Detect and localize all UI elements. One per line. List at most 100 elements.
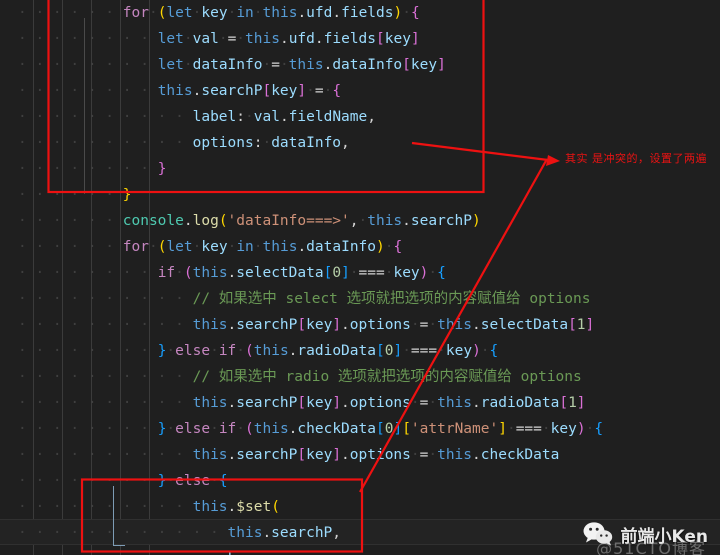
code-token: selectData	[480, 317, 569, 333]
code-token: this	[192, 317, 228, 333]
code-token: [	[375, 343, 385, 359]
code-line[interactable]: · · · · · · console.log('dataInfo===>',·…	[18, 208, 481, 234]
code-token: 'attrName'	[410, 421, 499, 437]
code-token: console	[122, 213, 184, 229]
code-token: ·	[279, 57, 289, 73]
code-token: ·	[262, 135, 272, 151]
code-token: .	[279, 31, 289, 47]
whitespace-dots: · · · · · ·	[18, 5, 123, 21]
code-token: ·	[428, 447, 438, 463]
code-token: ,	[254, 551, 263, 555]
code-line[interactable]: · · · · · · · · }	[18, 156, 166, 182]
code-editor-viewport[interactable]: · · · · · · for·(let·key·in·this.ufd.fie…	[0, 0, 720, 555]
code-token: ·	[410, 447, 420, 463]
code-token: [	[297, 395, 307, 411]
code-token: ·	[166, 473, 176, 489]
code-token: checkData	[480, 447, 560, 463]
code-line[interactable]: · · · · · · · · this.searchP[key]·=·{	[18, 78, 341, 104]
code-token: .	[227, 265, 237, 281]
code-token: key	[271, 83, 298, 99]
code-token: {	[218, 473, 228, 489]
code-token: for	[122, 5, 149, 21]
code-token: ·	[585, 421, 595, 437]
code-token: (	[183, 265, 193, 281]
code-token: )	[472, 343, 481, 359]
code-line[interactable]: · · · · · · · · · · · · key,	[18, 546, 262, 555]
code-token: fields	[323, 31, 377, 47]
code-token: }	[122, 187, 132, 203]
code-line[interactable]: · · · · · · · · let·dataInfo·=·this.data…	[18, 52, 446, 78]
whitespace-dots: · · · · · · · · · ·	[18, 317, 193, 333]
code-token: .	[472, 395, 481, 411]
code-token: options	[349, 317, 411, 333]
whitespace-dots: · · · · · · · ·	[18, 31, 158, 47]
code-token: 1	[576, 317, 586, 333]
code-token: ]	[393, 421, 403, 437]
code-token: [	[297, 317, 307, 333]
code-token: let	[166, 239, 193, 255]
code-line[interactable]: · · · · · · · · }·else·if·(this.radioDat…	[18, 338, 498, 364]
code-line[interactable]: · · · · · · · · }·else·{	[18, 468, 228, 494]
code-token: key	[201, 239, 228, 255]
code-line[interactable]: · · · · · · · · · · this.searchP[key].op…	[18, 442, 559, 468]
code-token: searchP	[236, 317, 298, 333]
code-line[interactable]: · · · · · · · · · · // 如果选中 radio 选项就把选项…	[18, 364, 582, 390]
code-token: ·	[428, 265, 438, 281]
code-token: dataInfo	[306, 239, 377, 255]
code-token: ·	[148, 5, 158, 21]
code-token: dataInfo	[271, 135, 342, 151]
whitespace-dots: · · · · · · · · · ·	[18, 109, 193, 125]
code-token: key	[410, 57, 438, 73]
code-token: ·	[210, 473, 219, 489]
code-token: ,	[367, 109, 376, 125]
code-token: .	[262, 525, 272, 541]
whitespace-dots: · · · · · · · ·	[18, 343, 158, 359]
code-line[interactable]: · · · · · · · · let·val·=·this.ufd.field…	[18, 26, 420, 52]
code-token: {	[489, 343, 499, 359]
whitespace-dots: · · · · · · · · · · · ·	[18, 525, 228, 541]
code-token: ·	[183, 31, 193, 47]
code-line[interactable]: · · · · · · for·(let·key·in·this.dataInf…	[18, 234, 402, 260]
code-token: =	[314, 83, 324, 99]
code-token: ·	[245, 109, 254, 125]
code-line[interactable]: · · · · · · · · · · // 如果选中 select 选项就把选…	[18, 286, 590, 312]
code-token: ·	[253, 239, 263, 255]
code-token: this	[262, 239, 298, 255]
code-token: .	[472, 447, 481, 463]
code-token: label	[192, 109, 237, 125]
code-token: options	[349, 395, 411, 411]
code-line[interactable]: · · · · · · }	[18, 182, 132, 208]
code-line[interactable]: · · · · · · · · · · this.searchP[key].op…	[18, 312, 594, 338]
code-token: {	[393, 239, 403, 255]
code-content[interactable]: · · · · · · for·(let·key·in·this.ufd.fie…	[0, 0, 720, 555]
code-line[interactable]: · · · · · · · · · · this.$set(	[18, 494, 280, 520]
code-token: [	[568, 317, 577, 333]
code-token: .	[183, 213, 193, 229]
code-token: // 如果选中 select 选项就把选项的内容赋值给 options	[192, 291, 591, 307]
code-token: ]	[297, 83, 307, 99]
whitespace-dots: · · · · · · · · · ·	[18, 135, 193, 151]
code-line[interactable]: · · · · · · · · }·else·if·(this.checkDat…	[18, 416, 603, 442]
code-token: .	[314, 31, 324, 47]
code-token: {	[332, 83, 342, 99]
code-token: if	[218, 343, 237, 359]
code-token: ·	[428, 395, 438, 411]
code-line[interactable]: · · · · · · for·(let·key·in·this.ufd.fie…	[18, 0, 420, 26]
whitespace-dots: · · · · · ·	[18, 239, 123, 255]
code-token: ufd	[306, 5, 333, 21]
code-line[interactable]: · · · · · · · · · · · · this.searchP,	[18, 520, 341, 546]
code-token: 'dataInfo===>'	[227, 213, 350, 229]
code-token: options	[192, 135, 254, 151]
code-token: ·	[166, 343, 176, 359]
code-token: else	[175, 343, 211, 359]
code-token: [	[375, 421, 385, 437]
code-line[interactable]: · · · · · · · · · · label:·val.fieldName…	[18, 104, 376, 130]
code-token: this	[192, 265, 228, 281]
code-token: ·	[437, 343, 446, 359]
code-token: ·	[410, 395, 420, 411]
code-line[interactable]: · · · · · · · · · · this.searchP[key].op…	[18, 390, 586, 416]
code-token: this	[192, 395, 228, 411]
code-token: .	[341, 447, 350, 463]
code-line[interactable]: · · · · · · · · · · options:·dataInfo,	[18, 130, 350, 156]
code-line[interactable]: · · · · · · · · if·(this.selectData[0]·=…	[18, 260, 446, 286]
